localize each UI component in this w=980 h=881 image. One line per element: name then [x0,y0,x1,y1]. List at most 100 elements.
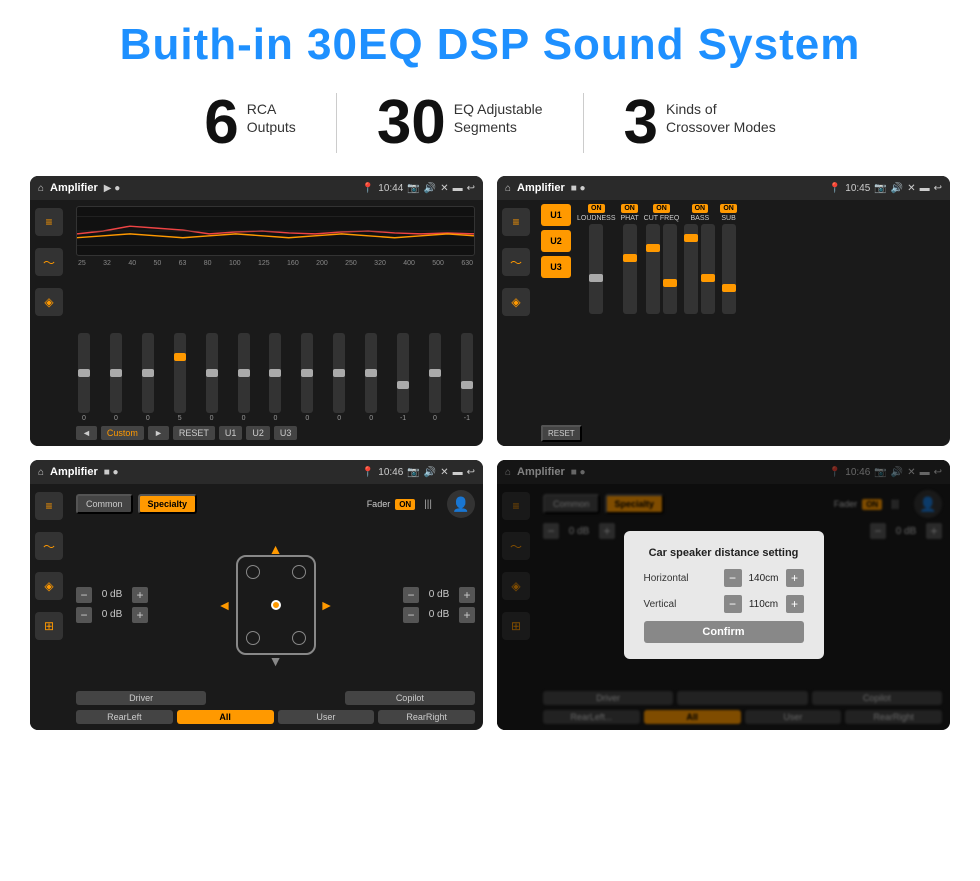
wave-icon-3[interactable]: 〜 [35,532,63,560]
eq-icon-3[interactable]: ≡ [35,492,63,520]
u3-cross-btn[interactable]: U3 [541,256,571,278]
confirm-button[interactable]: Confirm [644,621,804,643]
specialty-btn[interactable]: Specialty [138,494,198,514]
eq-slider-12[interactable]: 0 [429,333,441,422]
db-plus-3[interactable]: + [459,587,475,603]
db-plus-2[interactable]: + [132,607,148,623]
eq-slider-8[interactable]: 0 [301,333,313,422]
eq-slider-5[interactable]: 0 [206,333,218,422]
home-icon-3[interactable]: ⌂ [38,467,44,478]
dialog-title: Car speaker distance setting [644,547,804,559]
horizontal-minus-btn[interactable]: − [724,569,742,587]
fader-person-icon[interactable]: 👤 [447,490,475,518]
vertical-minus-btn[interactable]: − [724,595,742,613]
sub-on: ON [720,204,737,213]
cutfreq-track-2[interactable] [663,224,677,314]
common-btn[interactable]: Common [76,494,133,514]
screen-eq: ⌂ Amplifier ▶ ● 📍10:44📷🔊✕▬↩ ≡ 〜 ◈ [30,176,483,446]
reset-btn[interactable]: RESET [173,426,215,440]
speaker-icon[interactable]: ◈ [35,288,63,316]
eq-icon-2[interactable]: ≡ [502,208,530,236]
eq-slider-7[interactable]: 0 [269,333,281,422]
prev-btn[interactable]: ◄ [76,426,97,440]
vertical-plus-btn[interactable]: + [786,595,804,613]
eq-slider-2[interactable]: 0 [110,333,122,422]
custom-btn[interactable]: Custom [101,426,144,440]
bass-track-1[interactable] [684,224,698,314]
copilot-btn[interactable]: Copilot [345,691,475,705]
cutfreq-group: ON CUT FREQ [644,204,680,442]
bass-track-2[interactable] [701,224,715,314]
eq-sliders-row: 0 0 0 5 [76,273,475,422]
eq-slider-9[interactable]: 0 [333,333,345,422]
u2-btn[interactable]: U2 [246,426,270,440]
eq-icon[interactable]: ≡ [35,208,63,236]
eq-slider-13[interactable]: -1 [461,333,473,422]
user-btn-3[interactable]: User [278,710,375,724]
cross-reset-btn[interactable]: RESET [541,425,582,442]
rearright-btn[interactable]: RearRight [378,710,475,724]
home-icon[interactable]: ⌂ [38,183,44,194]
topbar-icons-1: 📍10:44📷🔊✕▬↩ [362,183,475,194]
fader-on-badge: ON [395,499,415,510]
dialog-overlay: Car speaker distance setting Horizontal … [497,460,950,730]
db-minus-3[interactable]: − [403,587,419,603]
car-center-dot[interactable] [271,600,281,610]
speaker-icon-3[interactable]: ◈ [35,572,63,600]
driver-btn[interactable]: Driver [76,691,206,705]
arrow-down[interactable]: ▼ [269,653,283,669]
speaker-bl [246,631,260,645]
eq-freq-labels: 253240506380100125160200250320400500630 [76,260,475,267]
fader-bottom-row: Driver Copilot [76,691,475,705]
more-icon-3[interactable]: ⊞ [35,612,63,640]
stat-eq: 30 EQ AdjustableSegments [337,92,583,154]
sub-track[interactable] [722,224,736,314]
horizontal-plus-btn[interactable]: + [786,569,804,587]
u1-cross-btn[interactable]: U1 [541,204,571,226]
stat-label-rca: RCAOutputs [247,92,296,136]
eq-slider-4[interactable]: 5 [174,333,186,422]
eq-slider-11[interactable]: -1 [397,333,409,422]
u2-cross-btn[interactable]: U2 [541,230,571,252]
phat-label: PHAT [621,215,639,222]
wave-icon-2[interactable]: 〜 [502,248,530,276]
db-plus-1[interactable]: + [132,587,148,603]
db-minus-1[interactable]: − [76,587,92,603]
eq-slider-6[interactable]: 0 [238,333,250,422]
stat-number-6: 6 [204,92,238,154]
stat-number-30: 30 [377,92,446,154]
horizontal-label: Horizontal [644,573,689,584]
u1-btn[interactable]: U1 [219,426,243,440]
next-btn[interactable]: ► [148,426,169,440]
status-icons-3: ■ ● [104,467,119,478]
eq-slider-1[interactable]: 0 [78,333,90,422]
speaker-br [292,631,306,645]
dialog-horizontal-row: Horizontal − 140cm + [644,569,804,587]
crossover-u-buttons: U1 U2 U3 RESET [541,204,571,442]
u3-btn[interactable]: U3 [274,426,298,440]
wave-icon[interactable]: 〜 [35,248,63,276]
status-icons-2: ■ ● [571,183,586,194]
app-title-2: Amplifier [517,182,565,194]
arrow-left[interactable]: ◄ [218,597,232,613]
arrow-right[interactable]: ► [320,597,334,613]
eq-slider-3[interactable]: 0 [142,333,154,422]
eq-slider-10[interactable]: 0 [365,333,377,422]
db-plus-4[interactable]: + [459,607,475,623]
bass-label: BASS [690,215,709,222]
phat-track[interactable] [623,224,637,314]
loudness-track[interactable] [589,224,603,314]
db-val-1: 0 dB [96,589,128,600]
cutfreq-track-1[interactable] [646,224,660,314]
db-minus-4[interactable]: − [403,607,419,623]
home-icon-2[interactable]: ⌂ [505,183,511,194]
screen-fader: ⌂ Amplifier ■ ● 📍10:46📷🔊✕▬↩ ≡ 〜 ◈ ⊞ Comm… [30,460,483,730]
eq-content: 253240506380100125160200250320400500630 … [68,200,483,446]
horizontal-value: 140cm [746,573,782,584]
db-minus-2[interactable]: − [76,607,92,623]
rearleft-btn[interactable]: RearLeft [76,710,173,724]
all-btn[interactable]: All [177,710,274,724]
speaker-icon-2[interactable]: ◈ [502,288,530,316]
icon-strip-3: ≡ 〜 ◈ ⊞ [30,484,68,730]
car-outline [236,555,316,655]
